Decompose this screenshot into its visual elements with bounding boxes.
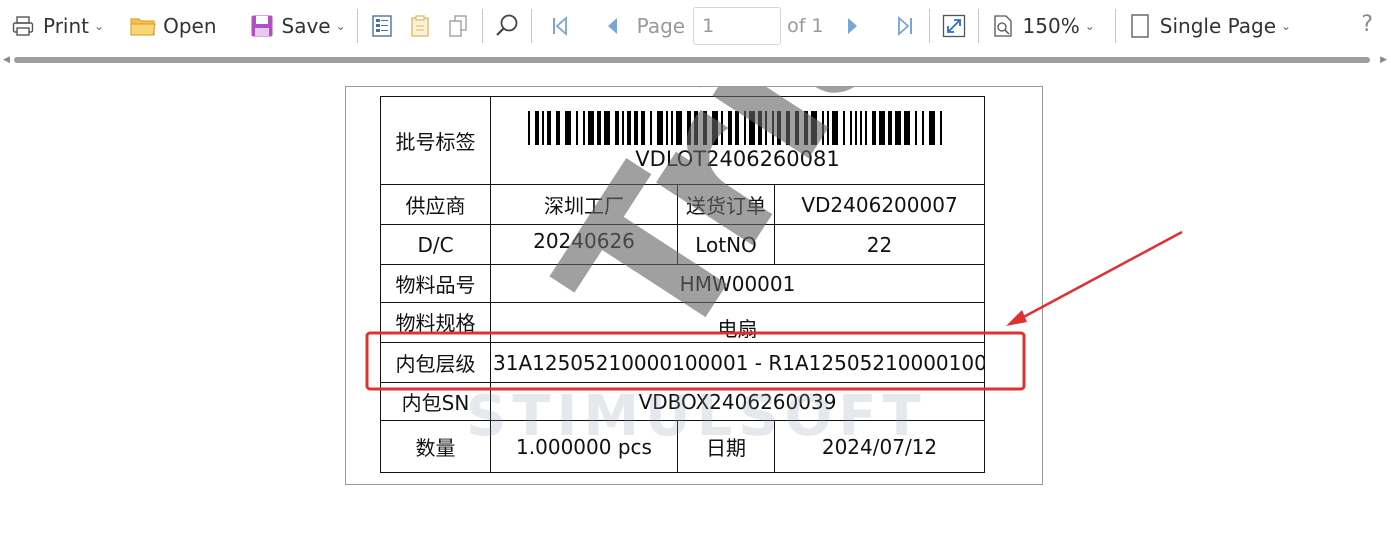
help-button[interactable]: ? xyxy=(1361,12,1373,37)
first-page-button[interactable] xyxy=(541,8,579,44)
scroll-right-icon[interactable]: ▶ xyxy=(1380,54,1387,66)
save-label: Save xyxy=(281,14,331,38)
lot-value: 22 xyxy=(773,224,986,265)
supplier-label: 供应商 xyxy=(380,184,491,225)
part-no-value: HMW00001 xyxy=(489,264,986,303)
printer-icon xyxy=(10,13,36,39)
last-page-button[interactable] xyxy=(886,8,924,44)
supplier-value: 深圳工厂 xyxy=(490,184,678,225)
scroll-left-icon[interactable]: ◀ xyxy=(3,54,10,66)
horizontal-scrollbar[interactable]: ◀ ▶ xyxy=(0,54,1391,66)
print-button[interactable]: Print ⌄ xyxy=(4,8,110,44)
table-row: 内包层级 31A12505210000100001 - R1A125052100… xyxy=(380,342,986,383)
delivery-order-value: VD2406200007 xyxy=(773,184,986,225)
toolbar-separator xyxy=(1114,9,1116,43)
view-mode-button[interactable]: Single Page ⌄ xyxy=(1121,8,1297,44)
last-page-icon xyxy=(892,13,918,39)
next-page-button[interactable] xyxy=(834,8,872,44)
find-button[interactable] xyxy=(488,8,526,44)
toolbar-separator xyxy=(977,9,979,43)
table-row: 数量 1.000000 pcs 日期 2024/07/12 xyxy=(380,420,986,473)
barcode-image xyxy=(527,110,942,145)
date-label: 日期 xyxy=(677,420,775,473)
chevron-down-icon: ⌄ xyxy=(335,19,346,33)
single-page-icon xyxy=(1127,13,1153,39)
inner-sn-value: VDBOX2406260039 xyxy=(489,382,986,421)
inner-sn-label: 内包SN xyxy=(380,382,491,421)
clipboard-icon xyxy=(407,13,433,39)
dc-value: 20240626 xyxy=(490,224,678,265)
table-row: 内包SN VDBOX2406260039 xyxy=(380,382,986,421)
zoom-label: 150% xyxy=(1022,14,1080,38)
spec-value: 电扇 xyxy=(489,302,986,343)
copy-document-icon xyxy=(445,13,471,39)
fullscreen-button[interactable] xyxy=(935,8,973,44)
bookmarks-button[interactable] xyxy=(363,8,401,44)
bookmarks-icon xyxy=(369,13,395,39)
batch-label-table: 批号标签 VDLOT2406260081 供应商 深圳工厂 送货订单 VD240… xyxy=(380,96,986,473)
save-icon xyxy=(249,13,275,39)
table-row: D/C 20240626 LotNO 22 xyxy=(380,224,986,265)
view-mode-label: Single Page xyxy=(1159,14,1277,38)
qty-value: 1.000000 pcs xyxy=(490,420,678,473)
zoom-button[interactable]: 150% ⌄ xyxy=(984,8,1101,44)
search-icon xyxy=(494,13,520,39)
parameters-button[interactable] xyxy=(401,8,439,44)
dc-label: D/C xyxy=(380,224,491,265)
part-no-label: 物料品号 xyxy=(380,264,491,303)
lot-label: LotNO xyxy=(677,224,775,265)
page-count-label: of 1 xyxy=(787,15,824,37)
inner-level-label: 内包层级 xyxy=(380,342,491,383)
spec-label: 物料规格 xyxy=(380,302,491,343)
table-row: 物料品号 HMW00001 xyxy=(380,264,986,303)
print-label: Print xyxy=(43,14,90,38)
table-row: 批号标签 VDLOT2406260081 xyxy=(380,96,986,185)
qty-label: 数量 xyxy=(380,420,491,473)
table-row: 物料规格 电扇 xyxy=(380,302,986,343)
scrollbar-thumb[interactable] xyxy=(14,57,1370,63)
open-label: Open xyxy=(163,14,217,38)
toolbar-separator xyxy=(481,9,483,43)
page-label: Page xyxy=(636,14,686,38)
barcode-cell: VDLOT2406260081 xyxy=(489,96,986,185)
toolbar-separator xyxy=(356,9,358,43)
chevron-down-icon: ⌄ xyxy=(1281,19,1292,33)
toolbar-separator xyxy=(530,9,532,43)
zoom-document-icon xyxy=(990,13,1016,39)
page-number-input[interactable] xyxy=(693,7,782,45)
toolbar-separator xyxy=(928,9,930,43)
first-page-icon xyxy=(547,13,573,39)
delivery-order-label: 送货订单 xyxy=(677,184,775,225)
chevron-down-icon: ⌄ xyxy=(1084,19,1095,33)
save-button[interactable]: Save ⌄ xyxy=(243,8,352,44)
folder-icon xyxy=(130,13,156,39)
date-value: 2024/07/12 xyxy=(773,420,986,473)
resources-button[interactable] xyxy=(439,8,477,44)
previous-page-icon xyxy=(599,13,625,39)
label-title: 批号标签 xyxy=(380,96,491,185)
fullscreen-icon xyxy=(941,13,967,39)
open-button[interactable]: Open xyxy=(124,8,222,44)
viewer-toolbar: Print ⌄ Open Save ⌄ Page 1 of 1 150% ⌄ S… xyxy=(0,0,1391,52)
table-row: 供应商 深圳工厂 送货订单 VD2406200007 xyxy=(380,184,986,225)
next-page-icon xyxy=(840,13,866,39)
inner-level-value: 31A12505210000100001 - R1A12505210000100… xyxy=(489,342,986,383)
prev-page-button[interactable] xyxy=(593,8,631,44)
barcode-value: VDLOT2406260081 xyxy=(635,146,840,171)
chevron-down-icon: ⌄ xyxy=(94,19,105,33)
report-page: 批号标签 VDLOT2406260081 供应商 深圳工厂 送货订单 VD240… xyxy=(345,86,1043,485)
